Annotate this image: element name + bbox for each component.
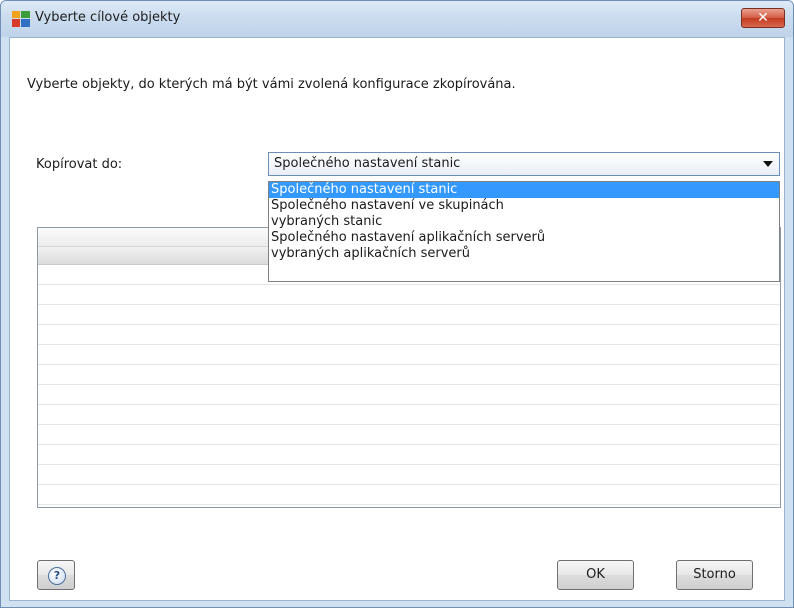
table-row[interactable] <box>38 285 780 305</box>
copy-to-label: Kopírovat do: <box>36 157 123 172</box>
title-bar[interactable]: Vyberte cílové objekty ✕ <box>1 1 793 37</box>
dropdown-option[interactable]: vybraných stanic <box>269 214 779 230</box>
cancel-button[interactable]: Storno <box>676 560 753 590</box>
ok-button[interactable]: OK <box>557 560 634 590</box>
table-row[interactable] <box>38 385 780 405</box>
chevron-down-icon[interactable] <box>763 161 773 167</box>
dropdown-option[interactable]: Společného nastavení aplikačních serverů <box>269 230 779 246</box>
table-row[interactable] <box>38 425 780 445</box>
close-icon: ✕ <box>757 10 769 26</box>
table-row[interactable] <box>38 325 780 345</box>
table-row[interactable] <box>38 465 780 485</box>
table-row[interactable] <box>38 345 780 365</box>
dropdown-option[interactable]: Společného nastavení ve skupinách <box>269 198 779 214</box>
table-row[interactable] <box>38 305 780 325</box>
table-row[interactable] <box>38 445 780 465</box>
dropdown-option[interactable]: vybraných aplikačních serverů <box>269 246 779 262</box>
window-title: Vyberte cílové objekty <box>35 10 181 25</box>
instruction-text: Vyberte objekty, do kterých má být vámi … <box>27 77 516 92</box>
close-button[interactable]: ✕ <box>741 8 785 28</box>
dropdown-option[interactable]: Společného nastavení stanic <box>269 182 779 198</box>
copy-to-selected-value: Společného nastavení stanic <box>274 156 461 171</box>
table-row[interactable] <box>38 365 780 385</box>
help-button[interactable]: ? <box>37 560 75 590</box>
copy-to-dropdown-list: Společného nastavení stanic Společného n… <box>268 181 780 282</box>
table-row[interactable] <box>38 485 780 505</box>
copy-to-select[interactable]: Společného nastavení stanic <box>268 152 780 176</box>
table-row[interactable] <box>38 405 780 425</box>
help-icon: ? <box>48 567 66 585</box>
avg-logo-icon <box>12 11 30 27</box>
